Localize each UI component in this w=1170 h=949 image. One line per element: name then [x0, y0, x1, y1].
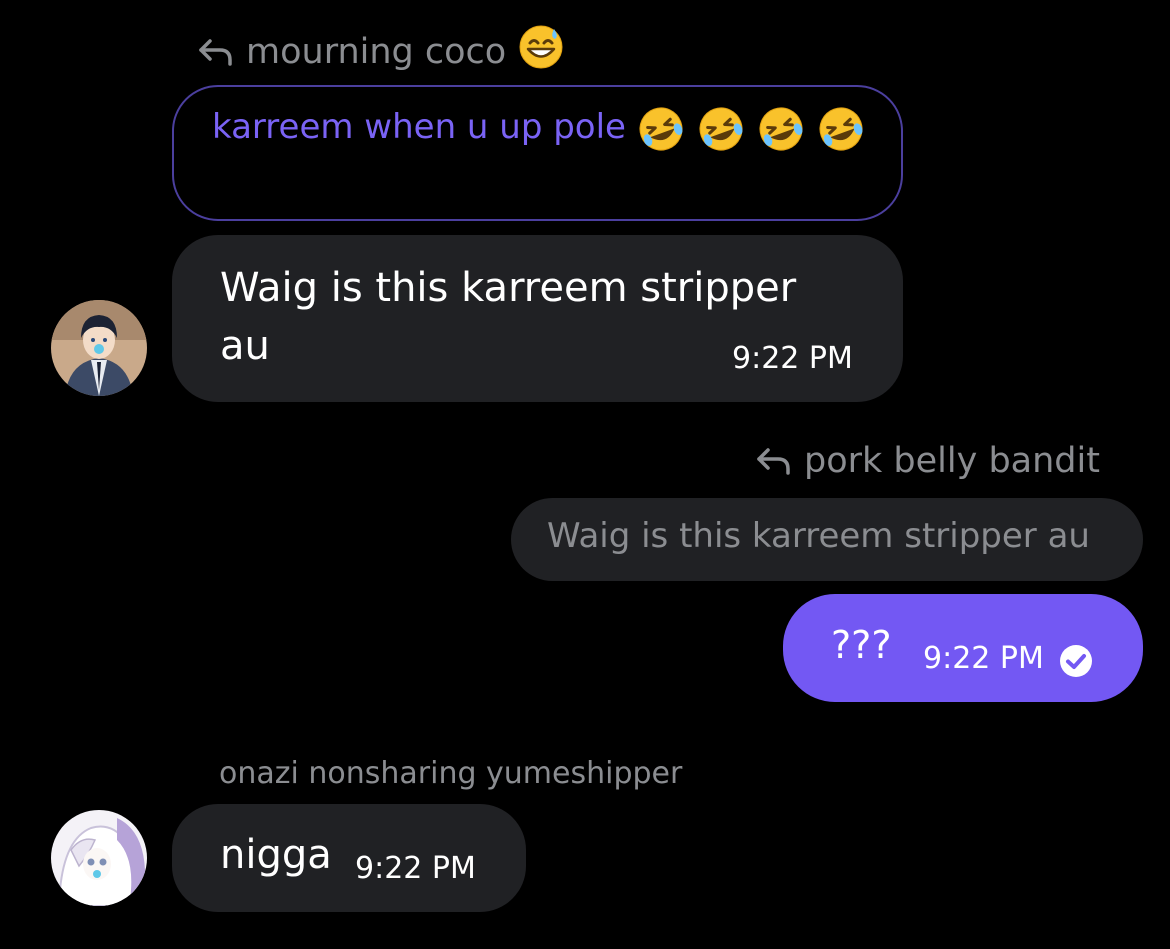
laugh-emoji-icon — [637, 105, 685, 153]
reply-arrow-icon — [198, 38, 234, 66]
quoted-text: Waig is this karreem stripper au — [547, 516, 1090, 556]
reply-context-1: mourning coco — [198, 24, 564, 79]
avatar[interactable] — [51, 810, 147, 906]
quoted-message-2[interactable]: Waig is this karreem stripper au — [511, 498, 1143, 581]
message-bubble-2[interactable]: ??? 9:22 PM — [783, 594, 1143, 702]
laugh-emoji-group — [637, 105, 865, 153]
reply-to-name: pork belly bandit — [804, 441, 1100, 481]
message-text: ??? — [831, 623, 892, 667]
message-bubble-1[interactable]: Waig is this karreem stripper au 9:22 PM — [172, 235, 903, 402]
reply-to-name: mourning coco — [246, 31, 507, 72]
laugh-emoji-icon — [757, 105, 805, 153]
sender-name: onazi nonsharing yumeshipper — [219, 756, 683, 791]
laugh-emoji-icon — [817, 105, 865, 153]
message-time: 9:22 PM — [923, 641, 1044, 676]
quoted-message-1[interactable]: karreem when u up pole — [172, 85, 903, 221]
reply-arrow-icon — [756, 447, 792, 475]
quoted-text: karreem when u up pole — [212, 107, 626, 147]
message-bubble-3[interactable]: nigga 9:22 PM — [172, 804, 526, 912]
check-circle-icon — [1059, 644, 1093, 682]
message-time: 9:22 PM — [732, 341, 853, 376]
avatar[interactable] — [51, 300, 147, 396]
message-text: nigga — [220, 832, 332, 878]
grinning-sweat-emoji-icon — [518, 24, 564, 79]
message-time: 9:22 PM — [355, 851, 476, 886]
reply-context-2: pork belly bandit — [756, 441, 1100, 481]
laugh-emoji-icon — [697, 105, 745, 153]
